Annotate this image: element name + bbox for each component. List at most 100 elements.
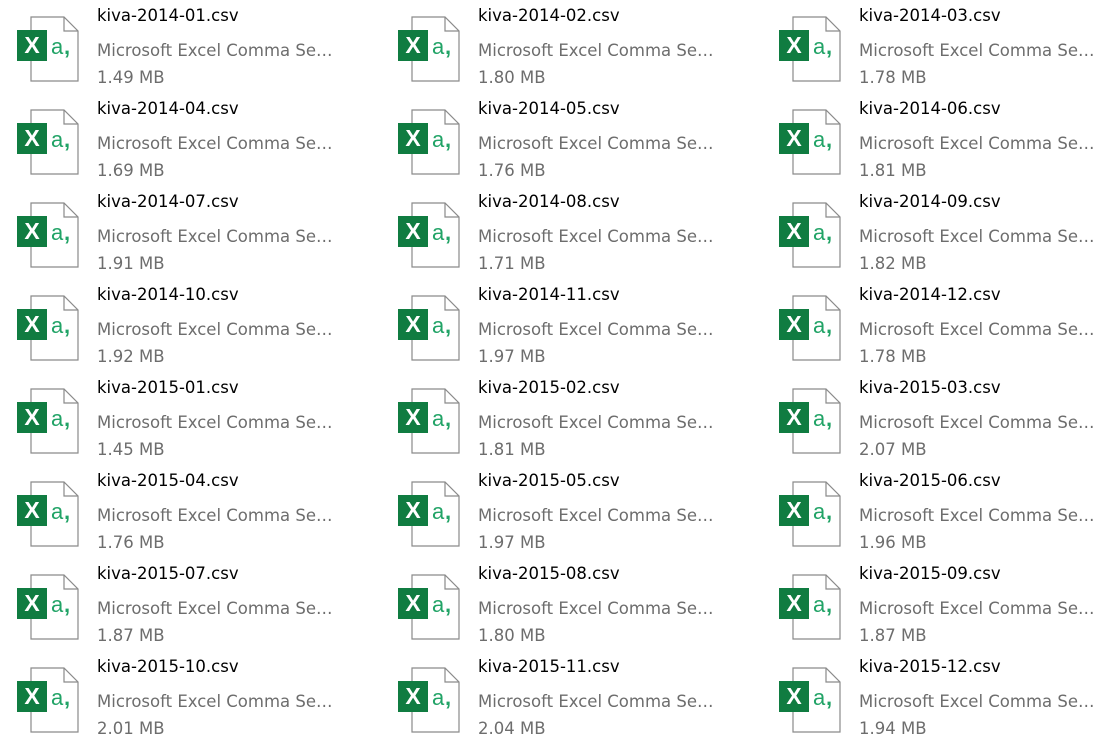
svg-text:a: a: [813, 34, 826, 59]
svg-text:,: ,: [826, 685, 832, 710]
svg-text:X: X: [786, 497, 802, 523]
excel-csv-file-icon: X a ,: [17, 574, 79, 640]
excel-csv-file-icon: X a ,: [398, 481, 460, 547]
excel-csv-file-icon: X a ,: [17, 481, 79, 547]
svg-text:X: X: [24, 497, 40, 523]
svg-text:X: X: [24, 125, 40, 151]
file-tile-9[interactable]: X a , kiva-2014-09.csv Microsoft Excel C…: [764, 192, 1096, 280]
svg-text:X: X: [405, 590, 421, 616]
file-size: 1.97 MB: [478, 533, 546, 552]
file-tile-10[interactable]: X a , kiva-2014-10.csv Microsoft Excel C…: [2, 285, 362, 373]
file-tile-17[interactable]: X a , kiva-2015-05.csv Microsoft Excel C…: [383, 471, 743, 559]
file-tile-2[interactable]: X a , kiva-2014-02.csv Microsoft Excel C…: [383, 6, 743, 94]
file-type: Microsoft Excel Comma Separated Values F…: [97, 506, 343, 525]
file-tile-3[interactable]: X a , kiva-2014-03.csv Microsoft Excel C…: [764, 6, 1096, 94]
svg-text:,: ,: [826, 499, 832, 524]
excel-csv-file-icon: X a ,: [17, 388, 79, 454]
file-tile-19[interactable]: X a , kiva-2015-07.csv Microsoft Excel C…: [2, 564, 362, 652]
file-tile-13[interactable]: X a , kiva-2015-01.csv Microsoft Excel C…: [2, 378, 362, 466]
file-name: kiva-2015-12.csv: [859, 657, 1001, 676]
file-tile-7[interactable]: X a , kiva-2014-07.csv Microsoft Excel C…: [2, 192, 362, 280]
excel-csv-file-icon: X a ,: [17, 295, 79, 361]
file-type: Microsoft Excel Comma Separated Values F…: [97, 320, 343, 339]
file-name: kiva-2014-09.csv: [859, 192, 1001, 211]
file-type: Microsoft Excel Comma Separated Values F…: [478, 320, 724, 339]
svg-text:a: a: [432, 220, 445, 245]
file-name: kiva-2015-01.csv: [97, 378, 239, 397]
file-tile-6[interactable]: X a , kiva-2014-06.csv Microsoft Excel C…: [764, 99, 1096, 187]
svg-text:a: a: [432, 592, 445, 617]
file-type: Microsoft Excel Comma Separated Values F…: [859, 320, 1096, 339]
file-tile-11[interactable]: X a , kiva-2014-11.csv Microsoft Excel C…: [383, 285, 743, 373]
svg-text:X: X: [786, 218, 802, 244]
file-tile-23[interactable]: X a , kiva-2015-11.csv Microsoft Excel C…: [383, 657, 743, 745]
excel-csv-file-icon: X a ,: [17, 202, 79, 268]
svg-text:a: a: [51, 499, 64, 524]
svg-text:X: X: [24, 404, 40, 430]
file-name: kiva-2015-08.csv: [478, 564, 620, 583]
svg-text:a: a: [51, 685, 64, 710]
file-tile-22[interactable]: X a , kiva-2015-10.csv Microsoft Excel C…: [2, 657, 362, 745]
svg-text:X: X: [24, 683, 40, 709]
svg-text:a: a: [813, 406, 826, 431]
file-type: Microsoft Excel Comma Separated Values F…: [478, 134, 724, 153]
file-type: Microsoft Excel Comma Separated Values F…: [859, 506, 1096, 525]
svg-text:a: a: [432, 685, 445, 710]
file-tile-14[interactable]: X a , kiva-2015-02.csv Microsoft Excel C…: [383, 378, 743, 466]
file-size: 2.07 MB: [859, 440, 927, 459]
svg-text:,: ,: [445, 34, 451, 59]
file-tile-8[interactable]: X a , kiva-2014-08.csv Microsoft Excel C…: [383, 192, 743, 280]
file-tile-4[interactable]: X a , kiva-2014-04.csv Microsoft Excel C…: [2, 99, 362, 187]
svg-text:a: a: [432, 313, 445, 338]
svg-text:X: X: [405, 404, 421, 430]
svg-text:a: a: [813, 685, 826, 710]
file-tile-12[interactable]: X a , kiva-2014-12.csv Microsoft Excel C…: [764, 285, 1096, 373]
svg-text:X: X: [786, 32, 802, 58]
file-name: kiva-2014-10.csv: [97, 285, 239, 304]
file-tile-18[interactable]: X a , kiva-2015-06.csv Microsoft Excel C…: [764, 471, 1096, 559]
svg-text:,: ,: [64, 34, 70, 59]
file-tile-15[interactable]: X a , kiva-2015-03.csv Microsoft Excel C…: [764, 378, 1096, 466]
file-tile-20[interactable]: X a , kiva-2015-08.csv Microsoft Excel C…: [383, 564, 743, 652]
file-size: 1.71 MB: [478, 254, 546, 273]
svg-text:a: a: [432, 406, 445, 431]
excel-csv-file-icon: X a ,: [779, 481, 841, 547]
file-tile-24[interactable]: X a , kiva-2015-12.csv Microsoft Excel C…: [764, 657, 1096, 745]
file-name: kiva-2015-11.csv: [478, 657, 620, 676]
file-name: kiva-2014-02.csv: [478, 6, 620, 25]
file-tile-21[interactable]: X a , kiva-2015-09.csv Microsoft Excel C…: [764, 564, 1096, 652]
file-type: Microsoft Excel Comma Separated Values F…: [97, 41, 343, 60]
file-type: Microsoft Excel Comma Separated Values F…: [478, 599, 724, 618]
file-type: Microsoft Excel Comma Separated Values F…: [97, 134, 343, 153]
file-name: kiva-2014-11.csv: [478, 285, 620, 304]
svg-text:a: a: [51, 220, 64, 245]
excel-csv-file-icon: X a ,: [398, 16, 460, 82]
svg-text:a: a: [51, 127, 64, 152]
excel-csv-file-icon: X a ,: [398, 109, 460, 175]
excel-csv-file-icon: X a ,: [398, 295, 460, 361]
svg-text:a: a: [813, 592, 826, 617]
svg-text:,: ,: [826, 127, 832, 152]
svg-text:,: ,: [445, 406, 451, 431]
file-size: 1.78 MB: [859, 68, 927, 87]
excel-csv-file-icon: X a ,: [779, 388, 841, 454]
file-name: kiva-2014-08.csv: [478, 192, 620, 211]
file-size: 1.45 MB: [97, 440, 165, 459]
file-type: Microsoft Excel Comma Separated Values F…: [478, 506, 724, 525]
file-name: kiva-2014-06.csv: [859, 99, 1001, 118]
svg-text:,: ,: [64, 592, 70, 617]
file-size: 1.82 MB: [859, 254, 927, 273]
excel-csv-file-icon: X a ,: [779, 16, 841, 82]
file-type: Microsoft Excel Comma Separated Values F…: [97, 413, 343, 432]
svg-text:X: X: [405, 311, 421, 337]
excel-csv-file-icon: X a ,: [398, 388, 460, 454]
svg-text:,: ,: [64, 685, 70, 710]
svg-text:,: ,: [445, 220, 451, 245]
file-type: Microsoft Excel Comma Separated Values F…: [478, 413, 724, 432]
file-size: 1.87 MB: [859, 626, 927, 645]
file-tile-1[interactable]: X a , kiva-2014-01.csv Microsoft Excel C…: [2, 6, 362, 94]
file-type: Microsoft Excel Comma Separated Values F…: [478, 227, 724, 246]
file-size: 1.69 MB: [97, 161, 165, 180]
file-tile-5[interactable]: X a , kiva-2014-05.csv Microsoft Excel C…: [383, 99, 743, 187]
file-tile-16[interactable]: X a , kiva-2015-04.csv Microsoft Excel C…: [2, 471, 362, 559]
